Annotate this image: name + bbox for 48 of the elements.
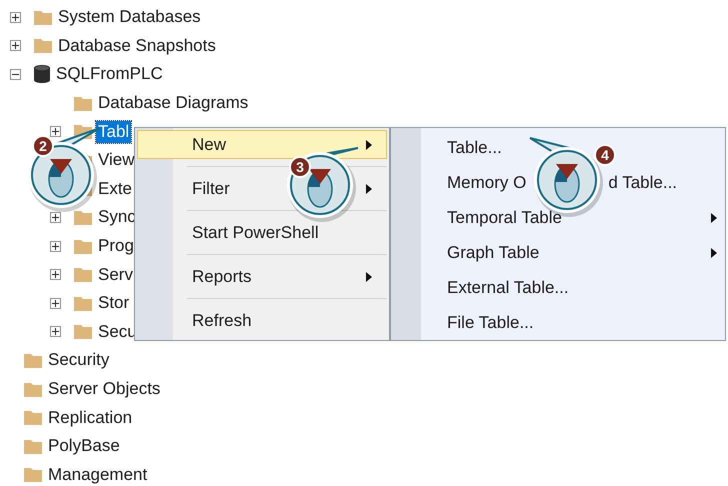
menu-item[interactable]: Reports [137, 262, 387, 291]
folder-icon [23, 466, 43, 484]
menu-item[interactable]: Start PowerShell [137, 218, 387, 247]
folder-icon [73, 266, 93, 284]
menu-item[interactable]: External Table... [447, 278, 569, 298]
tree-item[interactable]: Tabl [96, 120, 132, 143]
menu-item[interactable]: Temporal Table [447, 208, 562, 228]
tree-item[interactable]: SQLFromPLC [54, 63, 165, 86]
expand-icon[interactable] [50, 240, 61, 252]
tree-item[interactable]: Management [46, 464, 150, 486]
tree-item[interactable]: System Databases [56, 6, 203, 28]
tree-item[interactable]: Stor [96, 292, 132, 314]
expand-icon[interactable] [50, 326, 61, 338]
tree-item[interactable]: PolyBase [46, 435, 122, 458]
folder-icon [73, 294, 93, 312]
tree-item[interactable]: Security [46, 349, 112, 372]
expand-icon[interactable] [50, 126, 61, 138]
database-icon [33, 64, 51, 84]
expand-icon[interactable] [10, 40, 21, 52]
expand-icon[interactable] [50, 212, 61, 223]
menu-item[interactable]: Graph Table [447, 242, 540, 262]
folder-icon [73, 238, 93, 255]
folder-icon [33, 8, 53, 26]
tree-item[interactable]: Database Diagrams [96, 92, 250, 114]
tree-item[interactable]: Prog [96, 235, 136, 258]
folder-icon [23, 352, 43, 369]
folder-icon [23, 380, 43, 398]
tree-item[interactable]: Database Snapshots [56, 34, 218, 57]
expand-icon[interactable] [50, 269, 61, 280]
folder-icon [23, 409, 43, 426]
tree-item[interactable]: Serv [96, 264, 135, 286]
menu-item[interactable]: Memory O [447, 172, 526, 192]
tree-item[interactable]: Server Objects [46, 378, 162, 400]
menu-item[interactable]: Refresh [137, 306, 387, 335]
menu-item-text: d Table... [608, 172, 678, 192]
expand-icon[interactable] [10, 12, 21, 23]
expand-icon[interactable] [50, 298, 61, 309]
folder-icon [73, 94, 93, 112]
tree-item[interactable]: Sync [96, 206, 138, 228]
menu-item[interactable]: File Table... [447, 312, 534, 332]
step-badge: 2 [32, 135, 54, 157]
menu-item[interactable]: New [137, 130, 387, 159]
folder-icon [73, 323, 93, 340]
menu-item[interactable]: Table... [447, 138, 502, 158]
folder-icon [33, 37, 53, 54]
folder-icon [23, 438, 43, 455]
tree-item[interactable]: Replication [46, 406, 134, 429]
collapse-icon[interactable] [10, 68, 21, 80]
